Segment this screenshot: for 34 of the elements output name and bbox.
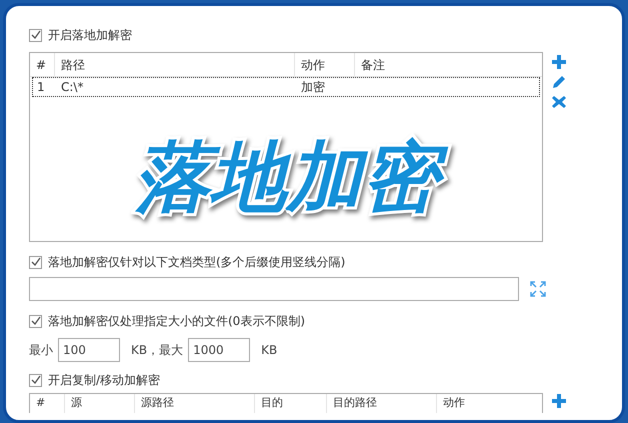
column-header[interactable]: 目的 xyxy=(254,394,326,413)
file-types-field[interactable] xyxy=(29,277,519,301)
column-header[interactable]: 路径 xyxy=(54,53,294,76)
min-size-field[interactable]: 100 xyxy=(58,338,120,362)
column-header[interactable]: # xyxy=(30,394,64,413)
add-icon[interactable] xyxy=(551,393,567,409)
checkbox[interactable] xyxy=(29,374,42,386)
column-header[interactable]: 目的路径 xyxy=(326,394,436,413)
column-header[interactable]: 源路径 xyxy=(134,394,254,413)
overlay-title: 落地加密 xyxy=(120,127,452,226)
column-header[interactable]: 源 xyxy=(64,394,134,413)
unit-label: KB xyxy=(261,342,278,359)
checkbox[interactable] xyxy=(29,256,42,268)
column-header[interactable]: # xyxy=(30,53,54,76)
column-header[interactable]: 动作 xyxy=(294,53,354,76)
checkbox[interactable] xyxy=(29,314,42,328)
checkbox-label: 开启复制/移动加解密 xyxy=(48,372,160,389)
column-header[interactable]: 动作 xyxy=(436,394,542,413)
checkbox[interactable] xyxy=(29,28,42,42)
add-icon[interactable] xyxy=(551,54,567,70)
expand-icon[interactable] xyxy=(529,280,547,298)
checkbox-label: 开启落地加解密 xyxy=(48,27,132,44)
checkbox-label: 落地加解密仅处理指定大小的文件(0表示不限制) xyxy=(48,313,305,330)
max-size-field[interactable]: 1000 xyxy=(188,338,250,362)
table-row[interactable]: 1 C:\* 加密 xyxy=(32,77,540,97)
checkbox-label: 落地加解密仅针对以下文档类型(多个后缀使用竖线分隔) xyxy=(48,254,346,271)
column-header[interactable]: 备注 xyxy=(354,53,542,76)
delete-icon[interactable] xyxy=(551,94,567,110)
table-cell: 1 xyxy=(37,80,45,94)
pencil-icon[interactable] xyxy=(551,74,567,90)
max-label: KB，最大 xyxy=(131,342,184,359)
min-label: 最小 xyxy=(29,342,53,359)
table-cell: 加密 xyxy=(301,80,325,94)
table-cell: C:\* xyxy=(61,80,84,94)
